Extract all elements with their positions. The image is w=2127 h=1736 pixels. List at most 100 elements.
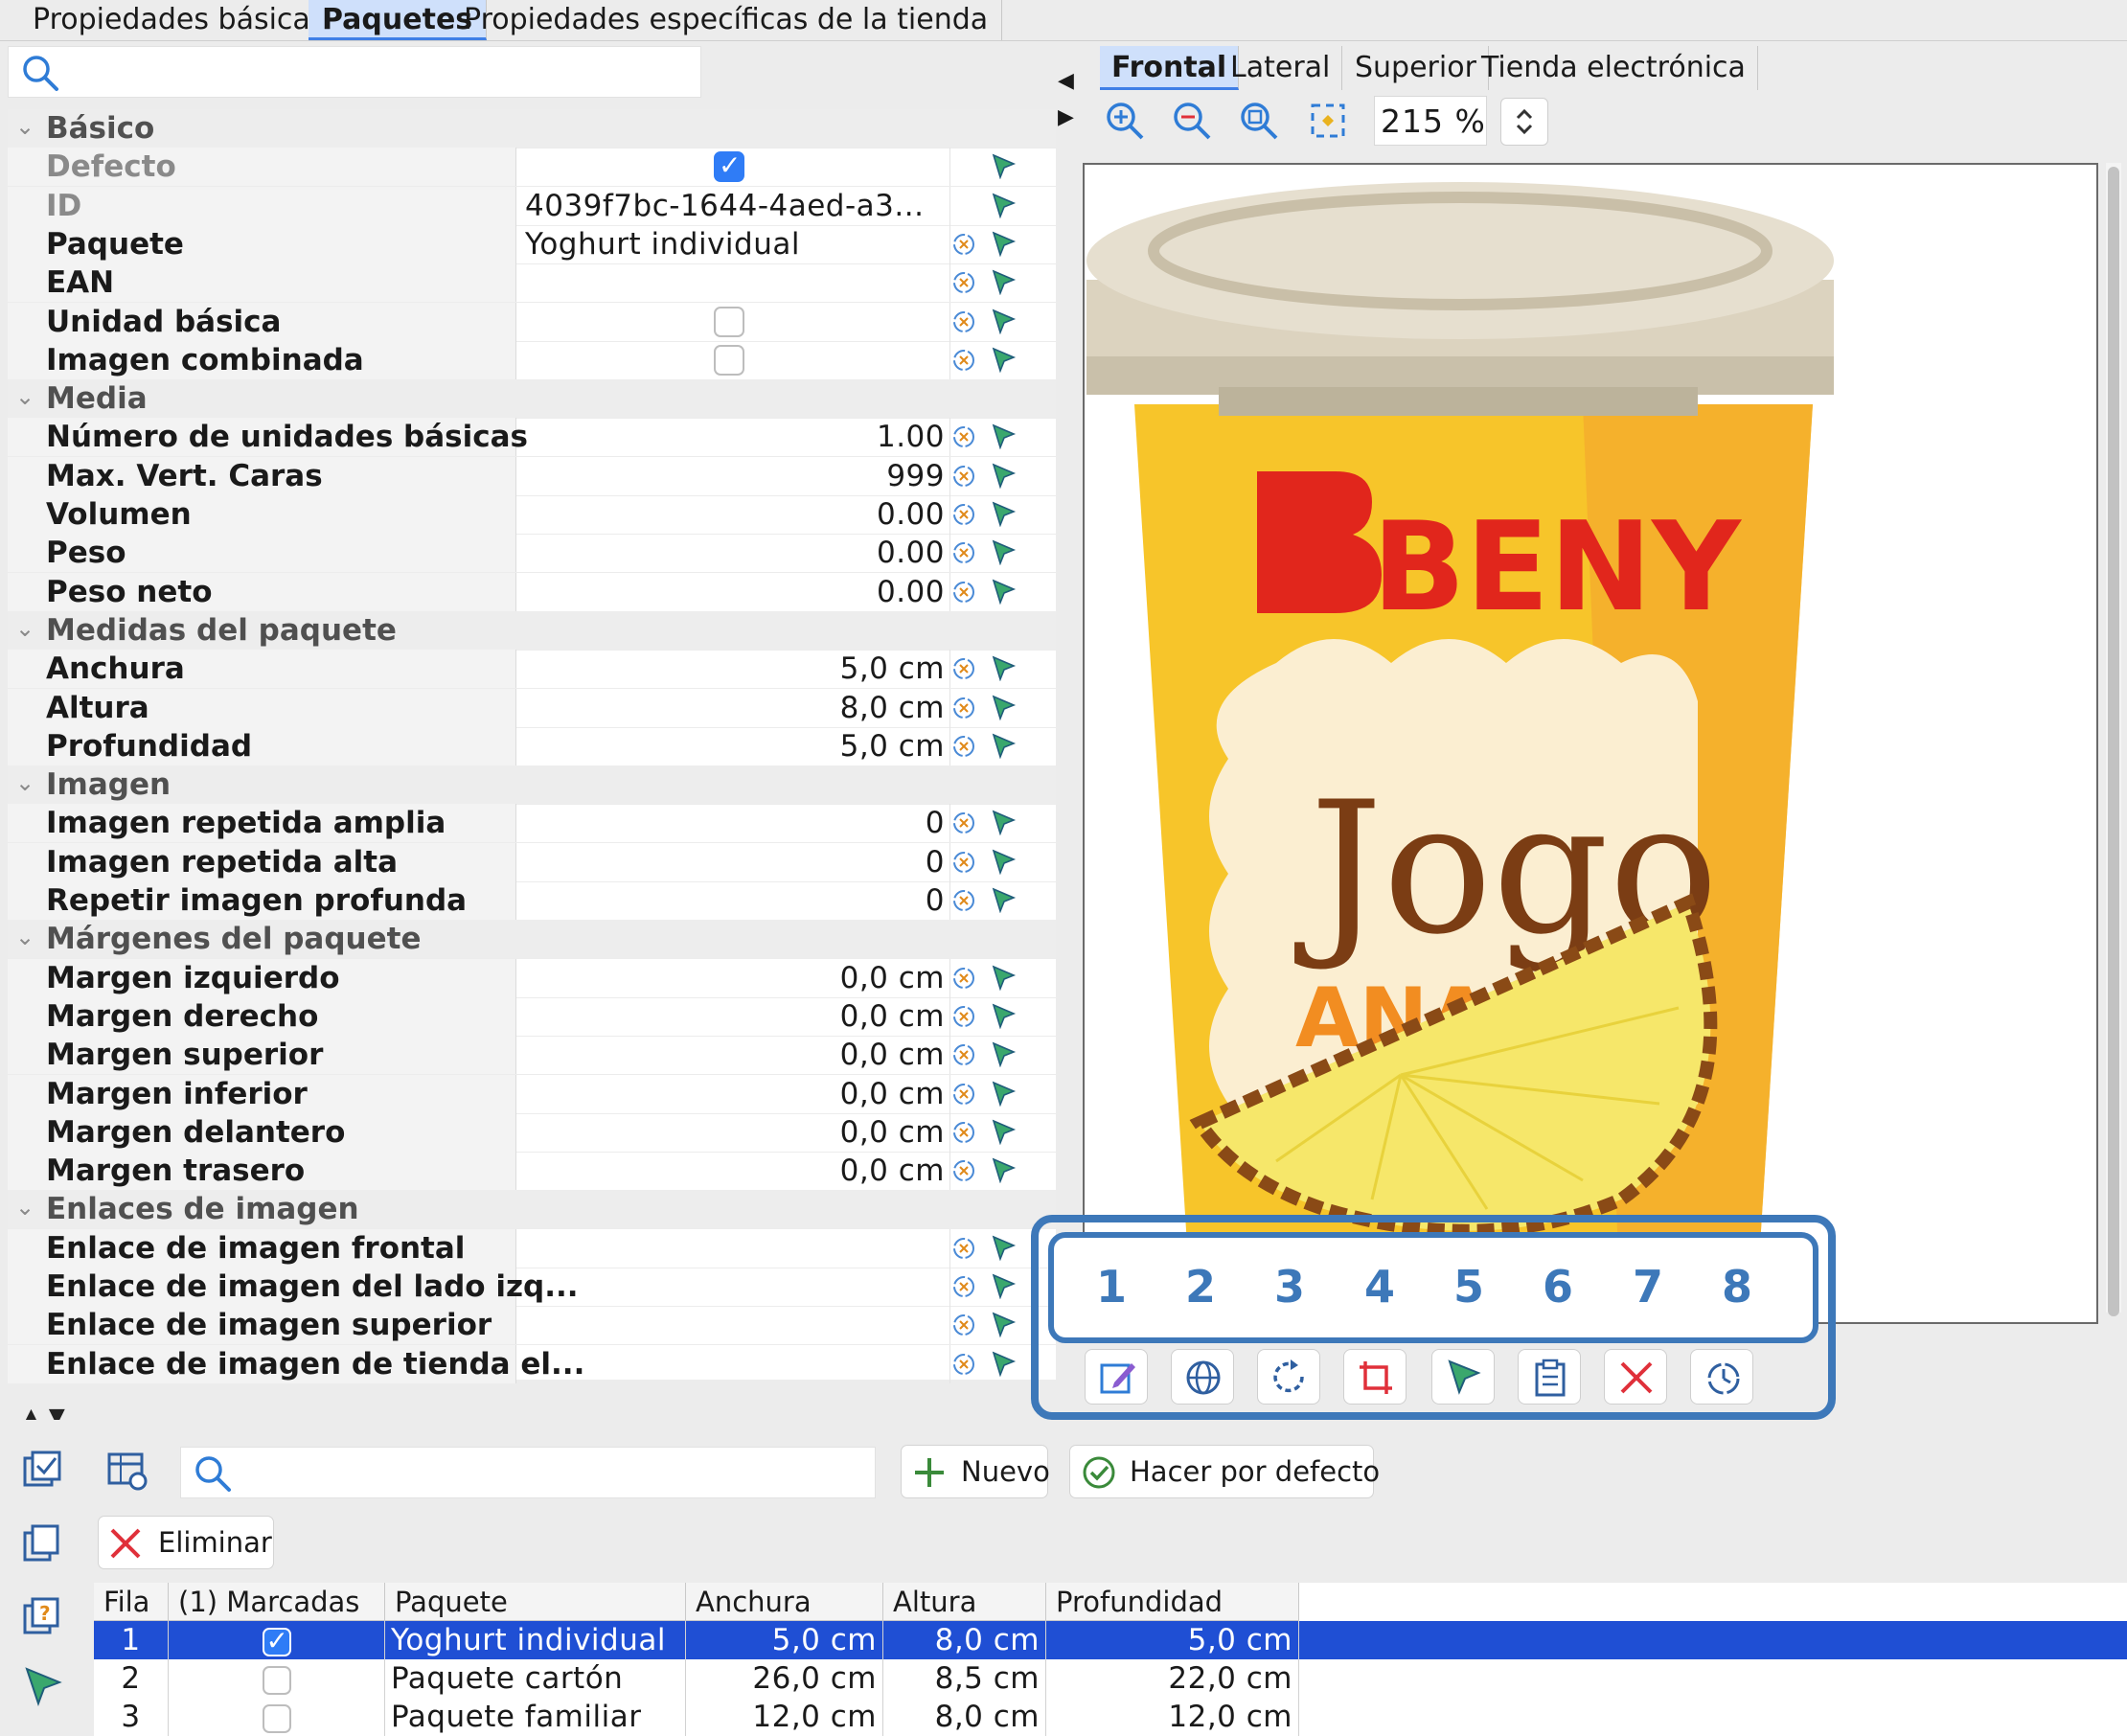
column-header-profundidad[interactable]: Profundidad [1046, 1583, 1299, 1621]
flag-icon[interactable] [990, 230, 1017, 257]
flag-icon[interactable] [990, 346, 1017, 373]
reset-value-icon[interactable] [951, 1158, 976, 1183]
flag-icon[interactable] [990, 192, 1017, 218]
reset-value-icon[interactable] [951, 580, 976, 605]
reset-value-icon[interactable] [951, 656, 976, 681]
property-value[interactable]: 1.00 [525, 420, 945, 454]
property-row[interactable]: Defecto [8, 148, 1056, 188]
zoom-selection-icon[interactable] [1307, 100, 1349, 142]
property-value[interactable]: 8,0 cm [525, 691, 945, 725]
rotate-button[interactable] [1257, 1349, 1320, 1405]
reset-value-icon[interactable] [951, 1236, 976, 1261]
property-value[interactable]: 0,0 cm [525, 1154, 945, 1188]
property-row[interactable]: Peso neto 0.00 [8, 572, 1056, 612]
zoom-stepper[interactable] [1500, 98, 1548, 146]
flag-icon[interactable] [990, 1350, 1017, 1377]
table-cell-marcadas[interactable] [169, 1621, 385, 1660]
property-row[interactable]: Enlace de imagen superior [8, 1306, 1056, 1346]
property-value[interactable]: 0,0 cm [525, 1115, 945, 1150]
flag-icon[interactable] [990, 1272, 1017, 1299]
category-basico[interactable]: ⌄ Básico [8, 109, 1056, 148]
history-button[interactable] [1690, 1349, 1753, 1405]
property-row[interactable]: Anchura 5,0 cm [8, 650, 1056, 690]
category-imagen[interactable]: ⌄ Imagen [8, 765, 1056, 806]
reset-value-icon[interactable] [951, 1352, 976, 1377]
property-row[interactable]: Max. Vert. Caras 999 [8, 456, 1056, 496]
scrollbar-thumb[interactable] [2108, 167, 2119, 1316]
table-row[interactable]: 3 Paquete familiar 12,0 cm 8,0 cm 12,0 cm [94, 1698, 2127, 1736]
column-header-fila[interactable]: Fila [94, 1583, 169, 1621]
property-row[interactable]: ID 4039f7bc-1644-4aed-a3... [8, 186, 1056, 226]
tab-superior[interactable]: Superior [1343, 46, 1489, 90]
property-value[interactable]: 0,0 cm [525, 1077, 945, 1111]
property-value[interactable]: 0,0 cm [525, 1038, 945, 1072]
property-search-input[interactable] [8, 46, 701, 98]
tab-propiedades-tienda[interactable]: Propiedades específicas de la tienda [450, 0, 1003, 40]
table-row[interactable]: 1Yoghurt individual5,0 cm8,0 cm5,0 cm [94, 1621, 2127, 1660]
category-enlaces[interactable]: ⌄ Enlaces de imagen [8, 1190, 1056, 1230]
reset-value-icon[interactable] [951, 1313, 976, 1337]
column-header-paquete[interactable]: Paquete [385, 1583, 686, 1621]
category-medidas[interactable]: ⌄ Medidas del paquete [8, 610, 1056, 651]
zoom-value-field[interactable]: 215 % [1374, 96, 1487, 146]
property-checkbox[interactable] [714, 149, 744, 183]
reset-value-icon[interactable] [951, 966, 976, 991]
flag-icon[interactable] [990, 654, 1017, 682]
property-checkbox[interactable] [714, 306, 744, 337]
reset-value-icon[interactable] [951, 309, 976, 334]
reset-value-icon[interactable] [951, 348, 976, 373]
property-value[interactable]: 5,0 cm [525, 729, 945, 764]
property-value[interactable]: 0,0 cm [525, 961, 945, 995]
property-value[interactable]: 0 [525, 845, 945, 879]
chevron-down-icon[interactable]: ⌄ [15, 1194, 34, 1221]
chevron-down-icon[interactable]: ⌄ [15, 769, 34, 796]
property-value[interactable]: 5,0 cm [525, 651, 945, 686]
duplicate-icon[interactable] [21, 1521, 65, 1565]
column-header-altura[interactable]: Altura [883, 1583, 1046, 1621]
help-clipboard-icon[interactable]: ? [21, 1594, 65, 1638]
property-row[interactable]: Paquete Yoghurt individual [8, 224, 1056, 264]
property-row[interactable]: Margen derecho 0,0 cm [8, 996, 1056, 1037]
flag-image-button[interactable] [1431, 1349, 1495, 1405]
reset-value-icon[interactable] [951, 464, 976, 489]
row-checkbox[interactable] [262, 1622, 291, 1660]
flag-icon[interactable] [990, 1040, 1017, 1068]
flag-icon[interactable] [990, 732, 1017, 759]
flag-icon[interactable] [990, 694, 1017, 720]
flag-icon[interactable] [990, 1080, 1017, 1107]
zoom-fit-icon[interactable] [1238, 100, 1280, 142]
flag-icon[interactable] [990, 268, 1017, 296]
property-value[interactable]: 0.00 [525, 497, 945, 532]
collapse-arrows[interactable]: ◀ ▶ [1058, 63, 1074, 136]
flag-icon[interactable] [990, 423, 1017, 450]
chevron-down-icon[interactable]: ⌄ [15, 615, 34, 642]
property-row[interactable]: Enlace de imagen frontal [8, 1228, 1056, 1268]
flag-icon[interactable] [990, 886, 1017, 913]
table-row[interactable]: 2 Paquete cartón 26,0 cm 8,5 cm 22,0 cm [94, 1659, 2127, 1698]
flag-icon[interactable] [990, 1156, 1017, 1184]
category-media[interactable]: ⌄ Media [8, 379, 1056, 420]
zoom-in-icon[interactable] [1104, 100, 1146, 142]
reset-value-icon[interactable] [951, 811, 976, 835]
chevron-down-icon[interactable]: ⌄ [15, 383, 34, 410]
crop-button[interactable] [1343, 1349, 1407, 1405]
flag-icon[interactable] [990, 308, 1017, 334]
check-all-icon[interactable] [21, 1449, 65, 1493]
chevron-down-icon[interactable]: ⌄ [15, 113, 34, 140]
reset-value-icon[interactable] [951, 270, 976, 295]
property-row[interactable]: Margen izquierdo 0,0 cm [8, 958, 1056, 998]
reset-value-icon[interactable] [951, 696, 976, 720]
flag-icon[interactable] [990, 1118, 1017, 1145]
tab-tienda-electronica[interactable]: Tienda electrónica [1470, 46, 1758, 90]
chevron-down-icon[interactable]: ⌄ [15, 924, 34, 950]
flag-icon[interactable] [990, 964, 1017, 991]
category-margenes[interactable]: ⌄ Márgenes del paquete [8, 920, 1056, 960]
table-settings-icon[interactable] [105, 1449, 149, 1493]
property-row[interactable]: Margen superior 0,0 cm [8, 1036, 1056, 1076]
property-value[interactable]: 0 [525, 883, 945, 918]
flag-icon[interactable] [990, 578, 1017, 605]
flag-icon[interactable] [990, 848, 1017, 875]
reset-value-icon[interactable] [951, 888, 976, 913]
reset-value-icon[interactable] [951, 540, 976, 565]
reset-value-icon[interactable] [951, 1082, 976, 1107]
